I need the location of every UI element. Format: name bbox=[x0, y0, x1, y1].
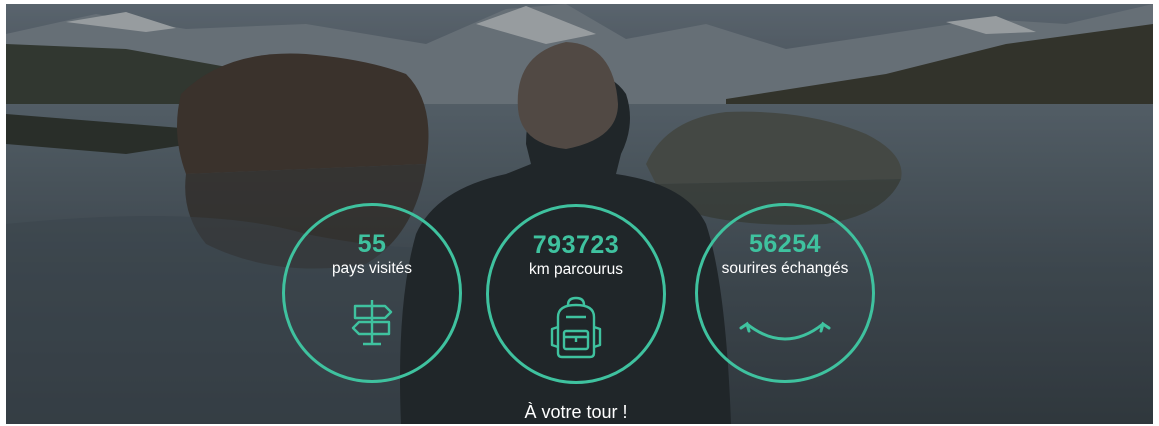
stat-km-value: 793723 bbox=[532, 231, 620, 259]
stat-smiles-value: 56254 bbox=[748, 230, 822, 258]
stat-km-label: km parcourus bbox=[529, 261, 623, 278]
hero-banner: 55 pays visités 793723 km parcourus 5625… bbox=[6, 4, 1153, 424]
smile-icon bbox=[737, 314, 833, 353]
stat-smiles-label: sourires échangés bbox=[721, 260, 849, 277]
stat-countries-value: 55 bbox=[357, 230, 387, 258]
your-turn-link[interactable]: À votre tour ! bbox=[446, 402, 706, 423]
signpost-icon bbox=[347, 294, 397, 355]
stat-smiles-exchanged: 56254 sourires échangés bbox=[695, 203, 875, 383]
backpack-icon bbox=[548, 295, 604, 366]
stat-countries-label: pays visités bbox=[331, 260, 413, 277]
stat-km-traveled: 793723 km parcourus bbox=[486, 204, 666, 384]
stat-countries-visited: 55 pays visités bbox=[282, 203, 462, 383]
